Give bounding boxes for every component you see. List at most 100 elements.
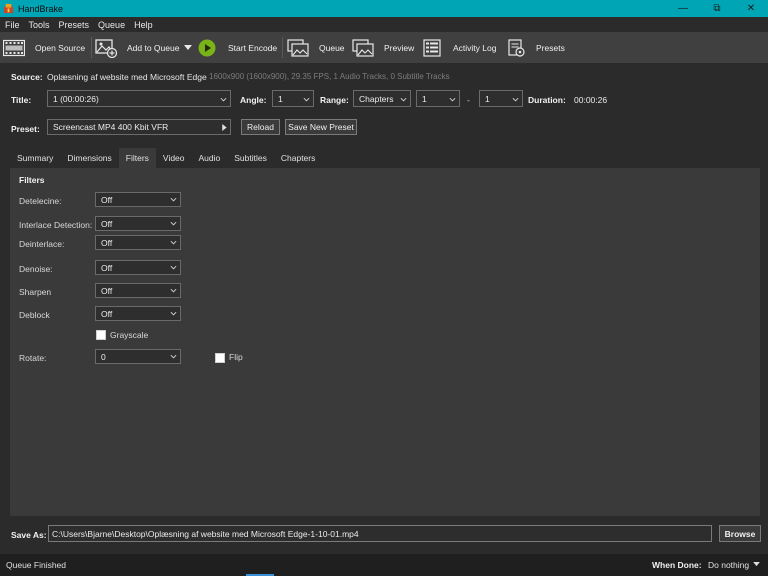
chevron-down-icon [220, 97, 227, 102]
when-done-select[interactable]: Do nothing [708, 560, 749, 570]
add-to-queue-button[interactable]: Add to Queue [95, 32, 193, 63]
denoise-select[interactable]: Off [95, 260, 181, 275]
menu-tools[interactable]: Tools [29, 20, 50, 30]
detelecine-select[interactable]: Off [95, 192, 181, 207]
menu-queue[interactable]: Queue [98, 20, 125, 30]
range-type-select[interactable]: Chapters [353, 90, 411, 107]
chevron-right-icon [222, 124, 227, 131]
start-encode-button[interactable]: Start Encode [198, 32, 277, 63]
presets-button[interactable]: Presets [507, 32, 565, 63]
chevron-down-icon [170, 197, 177, 202]
preset-select-value: Screencast MP4 400 Kbit VFR [53, 122, 169, 132]
range-start-select[interactable]: 1 [416, 90, 460, 107]
grayscale-checkbox[interactable] [96, 330, 106, 340]
open-source-button[interactable]: Open Source [3, 32, 85, 63]
filters-heading: Filters [19, 175, 45, 185]
handbrake-logo-icon [3, 3, 14, 14]
close-button[interactable]: ✕ [734, 0, 768, 17]
minimize-button[interactable]: — [666, 0, 700, 17]
chevron-down-icon [449, 97, 456, 102]
tab-video[interactable]: Video [156, 148, 192, 168]
queue-label: Queue [319, 42, 345, 53]
deinterlace-value: Off [101, 237, 113, 248]
queue-status-text: Queue Finished [6, 560, 67, 570]
activity-log-label: Activity Log [453, 42, 497, 53]
interlace-detection-value: Off [101, 218, 113, 229]
tab-filters[interactable]: Filters [118, 148, 156, 168]
activity-log-button[interactable]: Activity Log [423, 32, 496, 63]
tab-dimensions[interactable]: Dimensions [60, 148, 118, 168]
range-end-value: 1 [485, 93, 490, 104]
add-picture-icon [95, 38, 117, 58]
status-bar: Queue Finished When Done: Do nothing [0, 554, 768, 576]
dropdown-arrow-icon[interactable] [753, 562, 760, 567]
source-info: 1600x900 (1600x900), 29.35 FPS, 1 Audio … [209, 72, 450, 81]
flip-checkbox[interactable] [215, 353, 225, 363]
when-done-label: When Done: [652, 560, 702, 570]
play-icon [198, 39, 216, 56]
tab-chapters[interactable]: Chapters [274, 148, 323, 168]
window-title: HandBrake [18, 3, 64, 14]
rotate-label: Rotate: [19, 353, 47, 363]
tab-audio[interactable]: Audio [192, 148, 228, 168]
interlace-detection-select[interactable]: Off [95, 216, 181, 231]
menu-presets[interactable]: Presets [59, 20, 90, 30]
save-as-path-input[interactable]: C:\Users\Bjarne\Desktop\Oplæsning af web… [48, 525, 712, 542]
add-to-queue-label: Add to Queue [127, 42, 180, 53]
preset-select[interactable]: Screencast MP4 400 Kbit VFR [47, 119, 231, 135]
deblock-select[interactable]: Off [95, 306, 181, 321]
menu-file[interactable]: File [5, 20, 20, 30]
window-titlebar: HandBrake — ⧉ ✕ [0, 0, 768, 17]
duration-value: 00:00:26 [574, 95, 608, 105]
angle-label: Angle: [240, 95, 267, 105]
preview-button[interactable]: Preview [352, 32, 414, 63]
menu-bar: File Tools Presets Queue Help [0, 17, 768, 32]
main-toolbar: Open Source Add to Queue Start Encode Qu… [0, 32, 768, 63]
tab-summary[interactable]: Summary [10, 148, 60, 168]
film-strip-icon [3, 39, 25, 56]
queue-pictures-icon [287, 38, 309, 57]
preset-label: Preset: [11, 124, 40, 134]
range-end-select[interactable]: 1 [479, 90, 523, 107]
range-label: Range: [320, 95, 349, 105]
chevron-down-icon [170, 354, 177, 359]
sharpen-select[interactable]: Off [95, 283, 181, 298]
activity-log-icon [423, 38, 441, 57]
chevron-down-icon [170, 288, 177, 293]
interlace-detection-label: Interlace Detection: [19, 220, 93, 230]
maximize-button[interactable]: ⧉ [700, 0, 734, 17]
start-encode-label: Start Encode [228, 42, 278, 53]
save-as-label: Save As: [11, 530, 47, 540]
reload-button[interactable]: Reload [241, 119, 280, 135]
sharpen-value: Off [101, 285, 113, 296]
queue-button[interactable]: Queue [287, 32, 345, 63]
presets-icon [508, 38, 525, 57]
deblock-label: Deblock [19, 310, 50, 320]
preview-label: Preview [384, 42, 415, 53]
dropdown-arrow-icon [184, 44, 193, 50]
filters-panel: Filters Detelecine: Off Interlace Detect… [10, 168, 760, 516]
rotate-value: 0 [101, 351, 106, 362]
presets-label: Presets [536, 42, 565, 53]
range-type-value: Chapters [359, 93, 394, 104]
chevron-down-icon [170, 240, 177, 245]
denoise-label: Denoise: [19, 264, 53, 274]
grayscale-label: Grayscale [110, 330, 149, 340]
range-start-value: 1 [422, 93, 427, 104]
sharpen-label: Sharpen [19, 287, 52, 297]
tab-subtitles[interactable]: Subtitles [227, 148, 274, 168]
angle-select[interactable]: 1 [272, 90, 314, 107]
deinterlace-label: Deinterlace: [19, 239, 65, 249]
denoise-value: Off [101, 262, 113, 273]
rotate-select[interactable]: 0 [95, 349, 181, 364]
save-new-preset-button[interactable]: Save New Preset [285, 119, 357, 135]
browse-button[interactable]: Browse [719, 525, 761, 542]
menu-help[interactable]: Help [134, 20, 153, 30]
chevron-down-icon [400, 97, 407, 102]
chevron-down-icon [170, 311, 177, 316]
title-select[interactable]: 1 (00:00:26) [47, 90, 231, 107]
open-source-label: Open Source [35, 42, 86, 53]
deinterlace-select[interactable]: Off [95, 235, 181, 250]
settings-tabs: Summary Dimensions Filters Video Audio S… [10, 148, 322, 168]
duration-label: Duration: [528, 95, 566, 105]
